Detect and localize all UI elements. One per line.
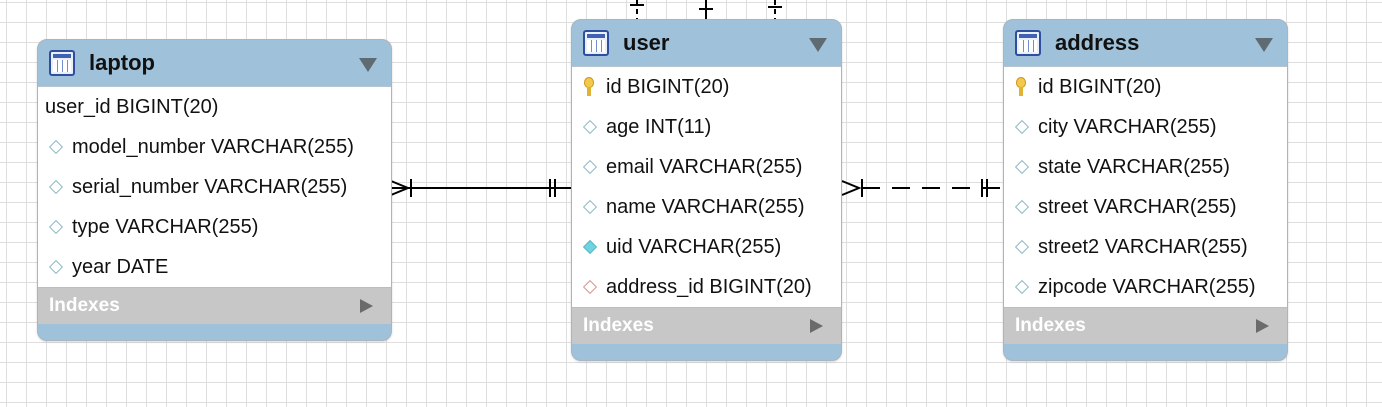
field-label: type VARCHAR(255) xyxy=(72,215,259,238)
field-list: id BIGINT(20) age INT(11) email VARCHAR(… xyxy=(572,66,841,307)
field-label: year DATE xyxy=(72,255,169,278)
table-icon xyxy=(583,30,609,56)
entity-header[interactable]: laptop xyxy=(38,40,391,86)
field-row[interactable]: id BIGINT(20) xyxy=(572,67,841,107)
collapse-chevron-icon[interactable] xyxy=(809,38,827,52)
entity-header[interactable]: user xyxy=(572,20,841,66)
table-icon xyxy=(1015,30,1041,56)
entity-user[interactable]: user id BIGINT(20) age INT(11) email VAR… xyxy=(571,19,842,361)
primary-key-icon xyxy=(1013,76,1035,98)
field-row[interactable]: age INT(11) xyxy=(572,107,841,147)
column-diamond-icon xyxy=(47,256,69,278)
entity-title: laptop xyxy=(89,50,155,75)
field-row[interactable]: user_id BIGINT(20) xyxy=(38,87,391,127)
field-label: zipcode VARCHAR(255) xyxy=(1038,275,1256,298)
entity-title: user xyxy=(623,30,670,55)
column-diamond-icon xyxy=(1013,156,1035,178)
field-row[interactable]: city VARCHAR(255) xyxy=(1004,107,1287,147)
column-diamond-icon xyxy=(1013,116,1035,138)
entity-title: address xyxy=(1055,30,1140,55)
field-row[interactable]: id BIGINT(20) xyxy=(1004,67,1287,107)
column-diamond-icon xyxy=(47,136,69,158)
field-row[interactable]: uid VARCHAR(255) xyxy=(572,227,841,267)
field-label: state VARCHAR(255) xyxy=(1038,155,1230,178)
entity-address[interactable]: address id BIGINT(20) city VARCHAR(255) … xyxy=(1003,19,1288,361)
field-row[interactable]: address_id BIGINT(20) xyxy=(572,267,841,307)
field-row[interactable]: name VARCHAR(255) xyxy=(572,187,841,227)
column-diamond-icon xyxy=(1013,236,1035,258)
column-diamond-icon xyxy=(581,116,603,138)
field-list: id BIGINT(20) city VARCHAR(255) state VA… xyxy=(1004,66,1287,307)
expand-arrow-icon[interactable] xyxy=(810,319,823,333)
collapse-chevron-icon[interactable] xyxy=(359,58,377,72)
collapse-chevron-icon[interactable] xyxy=(1255,38,1273,52)
foreign-key-diamond-icon xyxy=(581,276,603,298)
field-row[interactable]: email VARCHAR(255) xyxy=(572,147,841,187)
indexes-label: Indexes xyxy=(1015,315,1086,336)
unique-column-diamond-icon xyxy=(581,236,603,258)
indexes-label: Indexes xyxy=(49,295,120,316)
field-list: user_id BIGINT(20) model_number VARCHAR(… xyxy=(38,86,391,287)
indexes-label: Indexes xyxy=(583,315,654,336)
field-label: name VARCHAR(255) xyxy=(606,195,805,218)
expand-arrow-icon[interactable] xyxy=(360,299,373,313)
field-row[interactable]: state VARCHAR(255) xyxy=(1004,147,1287,187)
primary-key-icon xyxy=(581,76,603,98)
entity-footer xyxy=(1004,344,1287,360)
table-icon xyxy=(49,50,75,76)
indexes-section[interactable]: Indexes xyxy=(572,307,841,344)
field-label: address_id BIGINT(20) xyxy=(606,275,812,298)
field-label: model_number VARCHAR(255) xyxy=(72,135,354,158)
field-label: street2 VARCHAR(255) xyxy=(1038,235,1248,258)
field-label: street VARCHAR(255) xyxy=(1038,195,1237,218)
field-row[interactable]: year DATE xyxy=(38,247,391,287)
field-row[interactable]: street VARCHAR(255) xyxy=(1004,187,1287,227)
field-label: city VARCHAR(255) xyxy=(1038,115,1217,138)
column-diamond-icon xyxy=(581,196,603,218)
column-diamond-icon xyxy=(1013,196,1035,218)
field-label: age INT(11) xyxy=(606,115,712,138)
column-diamond-icon xyxy=(581,156,603,178)
field-label: user_id BIGINT(20) xyxy=(45,95,219,118)
field-row[interactable]: zipcode VARCHAR(255) xyxy=(1004,267,1287,307)
field-row[interactable]: serial_number VARCHAR(255) xyxy=(38,167,391,207)
expand-arrow-icon[interactable] xyxy=(1256,319,1269,333)
column-diamond-icon xyxy=(47,176,69,198)
crowfoot-user-end xyxy=(841,180,862,196)
field-label: email VARCHAR(255) xyxy=(606,155,803,178)
field-label: serial_number VARCHAR(255) xyxy=(72,175,348,198)
column-diamond-icon xyxy=(47,216,69,238)
field-row[interactable]: street2 VARCHAR(255) xyxy=(1004,227,1287,267)
entity-footer xyxy=(572,344,841,360)
entity-laptop[interactable]: laptop user_id BIGINT(20) model_number V… xyxy=(37,39,392,341)
field-label: id BIGINT(20) xyxy=(1038,75,1162,98)
field-row[interactable]: type VARCHAR(255) xyxy=(38,207,391,247)
field-row[interactable]: model_number VARCHAR(255) xyxy=(38,127,391,167)
indexes-section[interactable]: Indexes xyxy=(1004,307,1287,344)
entity-header[interactable]: address xyxy=(1004,20,1287,66)
indexes-section[interactable]: Indexes xyxy=(38,287,391,324)
field-label: uid VARCHAR(255) xyxy=(606,235,782,258)
entity-footer xyxy=(38,324,391,340)
column-diamond-icon xyxy=(1013,276,1035,298)
field-label: id BIGINT(20) xyxy=(606,75,730,98)
